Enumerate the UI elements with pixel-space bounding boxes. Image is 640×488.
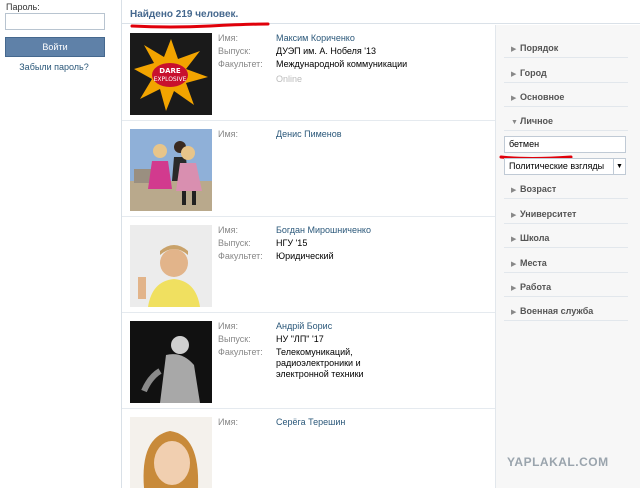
caret-right-icon: ▶ bbox=[511, 95, 517, 102]
list-item: Имя: Богдан Мирошниченко Выпуск: НГУ '15 Ф… bbox=[122, 217, 495, 313]
filter-label: Школа bbox=[520, 233, 550, 243]
caret-right-icon: ▶ bbox=[511, 71, 517, 78]
filter-basic[interactable]: ▶ Основное bbox=[504, 88, 628, 107]
filter-label: Порядок bbox=[520, 43, 559, 53]
filter-label: Работа bbox=[520, 282, 552, 292]
search-main: Найдено 219 человек. DARE EXPLOSIVE Имя:… bbox=[121, 0, 640, 488]
person-info: Имя: Андрій Борис Выпуск: НУ "ЛП" '17 Факу… bbox=[218, 321, 488, 382]
person-photo[interactable] bbox=[130, 129, 212, 211]
caret-right-icon: ▶ bbox=[511, 236, 517, 243]
person-photo[interactable] bbox=[130, 225, 212, 307]
person-info: Имя: Денис Пименов bbox=[218, 129, 488, 142]
caret-right-icon: ▶ bbox=[511, 46, 517, 53]
graduation-value: ДУЭП им. А. Нобеля '13 bbox=[276, 46, 376, 56]
person-photo[interactable] bbox=[130, 321, 212, 403]
filter-label: Город bbox=[520, 68, 547, 78]
person-photo[interactable] bbox=[130, 417, 212, 488]
chevron-down-icon[interactable]: ▼ bbox=[613, 159, 625, 174]
filter-label: Военная служба bbox=[520, 306, 594, 316]
list-item: Имя: Денис Пименов bbox=[122, 121, 495, 217]
online-status: Online bbox=[276, 74, 303, 84]
political-views-select[interactable]: Политические взгляды ▼ bbox=[504, 158, 626, 175]
graduation-label: Выпуск: bbox=[218, 46, 251, 56]
login-panel: Пароль: Войти Забыли пароль? bbox=[0, 0, 120, 488]
login-button[interactable]: Войти bbox=[5, 37, 105, 57]
password-label: Пароль: bbox=[6, 2, 40, 12]
filter-personal[interactable]: ▼ Личное bbox=[504, 112, 628, 131]
name-label: Имя: bbox=[218, 417, 239, 427]
filter-school[interactable]: ▶ Школа bbox=[504, 229, 628, 248]
password-input[interactable] bbox=[5, 13, 105, 30]
filter-label: Возраст bbox=[520, 184, 557, 194]
faculty-label: Факультет: bbox=[218, 251, 263, 261]
faculty-label: Факультет: bbox=[218, 59, 263, 69]
name-label: Имя: bbox=[218, 129, 239, 139]
select-value: Политические взгляды bbox=[509, 161, 605, 171]
person-photo[interactable]: DARE EXPLOSIVE bbox=[130, 33, 212, 115]
list-item: Имя: Серёга Терешин bbox=[122, 409, 495, 488]
name-label: Имя: bbox=[218, 321, 239, 331]
forgot-password-link[interactable]: Забыли пароль? bbox=[0, 62, 108, 72]
filter-city[interactable]: ▶ Город bbox=[504, 64, 628, 83]
filter-order[interactable]: ▶ Порядок bbox=[504, 39, 628, 58]
filters-panel: ▶ Порядок ▶ Город ▶ Основное ▼ Личное бетмен… bbox=[495, 25, 640, 488]
faculty-value: Международной коммуникации bbox=[276, 59, 408, 69]
faculty-value: Юридический bbox=[276, 251, 334, 261]
personal-search-input[interactable]: бетмен bbox=[504, 136, 626, 153]
svg-text:EXPLOSIVE: EXPLOSIVE bbox=[154, 76, 187, 83]
results-list: DARE EXPLOSIVE Имя: Максим Кориченко Выпу… bbox=[122, 25, 495, 488]
caret-right-icon: ▶ bbox=[511, 187, 517, 194]
graduation-label: Выпуск: bbox=[218, 334, 251, 344]
caret-right-icon: ▶ bbox=[511, 309, 517, 316]
filter-label: Университет bbox=[520, 209, 577, 219]
person-info: Имя: Серёга Терешин bbox=[218, 417, 488, 430]
person-name-link[interactable]: Богдан Мирошниченко bbox=[276, 225, 476, 236]
list-item: Имя: Андрій Борис Выпуск: НУ "ЛП" '17 Факу… bbox=[122, 313, 495, 409]
filter-label: Основное bbox=[520, 92, 565, 102]
filter-work[interactable]: ▶ Работа bbox=[504, 278, 628, 297]
filter-places[interactable]: ▶ Места bbox=[504, 254, 628, 273]
caret-down-icon: ▼ bbox=[511, 119, 518, 126]
caret-right-icon: ▶ bbox=[511, 261, 517, 268]
filter-age[interactable]: ▶ Возраст bbox=[504, 180, 628, 199]
results-header: Найдено 219 человек. bbox=[122, 0, 640, 24]
results-count: Найдено 219 человек. bbox=[130, 9, 239, 20]
person-name-link[interactable]: Андрій Борис bbox=[276, 321, 476, 332]
graduation-value: НУ "ЛП" '17 bbox=[276, 334, 324, 344]
watermark: YAPLAKAL.COM bbox=[507, 455, 609, 469]
faculty-value: Телекомуникаций, радиоэлектроники и элек… bbox=[276, 347, 364, 379]
svg-text:DARE: DARE bbox=[159, 67, 181, 75]
name-label: Имя: bbox=[218, 33, 239, 43]
faculty-label: Факультет: bbox=[218, 347, 263, 357]
person-name-link[interactable]: Серёга Терешин bbox=[276, 417, 476, 428]
graduation-value: НГУ '15 bbox=[276, 238, 308, 248]
graduation-label: Выпуск: bbox=[218, 238, 251, 248]
person-info: Имя: Богдан Мирошниченко Выпуск: НГУ '15 Ф… bbox=[218, 225, 488, 264]
caret-right-icon: ▶ bbox=[511, 285, 517, 292]
filter-university[interactable]: ▶ Университет bbox=[504, 205, 628, 224]
name-label: Имя: bbox=[218, 225, 239, 235]
person-name-link[interactable]: Максим Кориченко bbox=[276, 33, 476, 44]
list-item: DARE EXPLOSIVE Имя: Максим Кориченко Выпу… bbox=[122, 25, 495, 121]
person-info: Имя: Максим Кориченко Выпуск: ДУЭП им. А. … bbox=[218, 33, 488, 87]
filter-label: Места bbox=[520, 258, 547, 268]
filter-label: Личное bbox=[520, 116, 554, 126]
caret-right-icon: ▶ bbox=[511, 212, 517, 219]
person-name-link[interactable]: Денис Пименов bbox=[276, 129, 476, 140]
filter-military[interactable]: ▶ Военная служба bbox=[504, 302, 628, 321]
